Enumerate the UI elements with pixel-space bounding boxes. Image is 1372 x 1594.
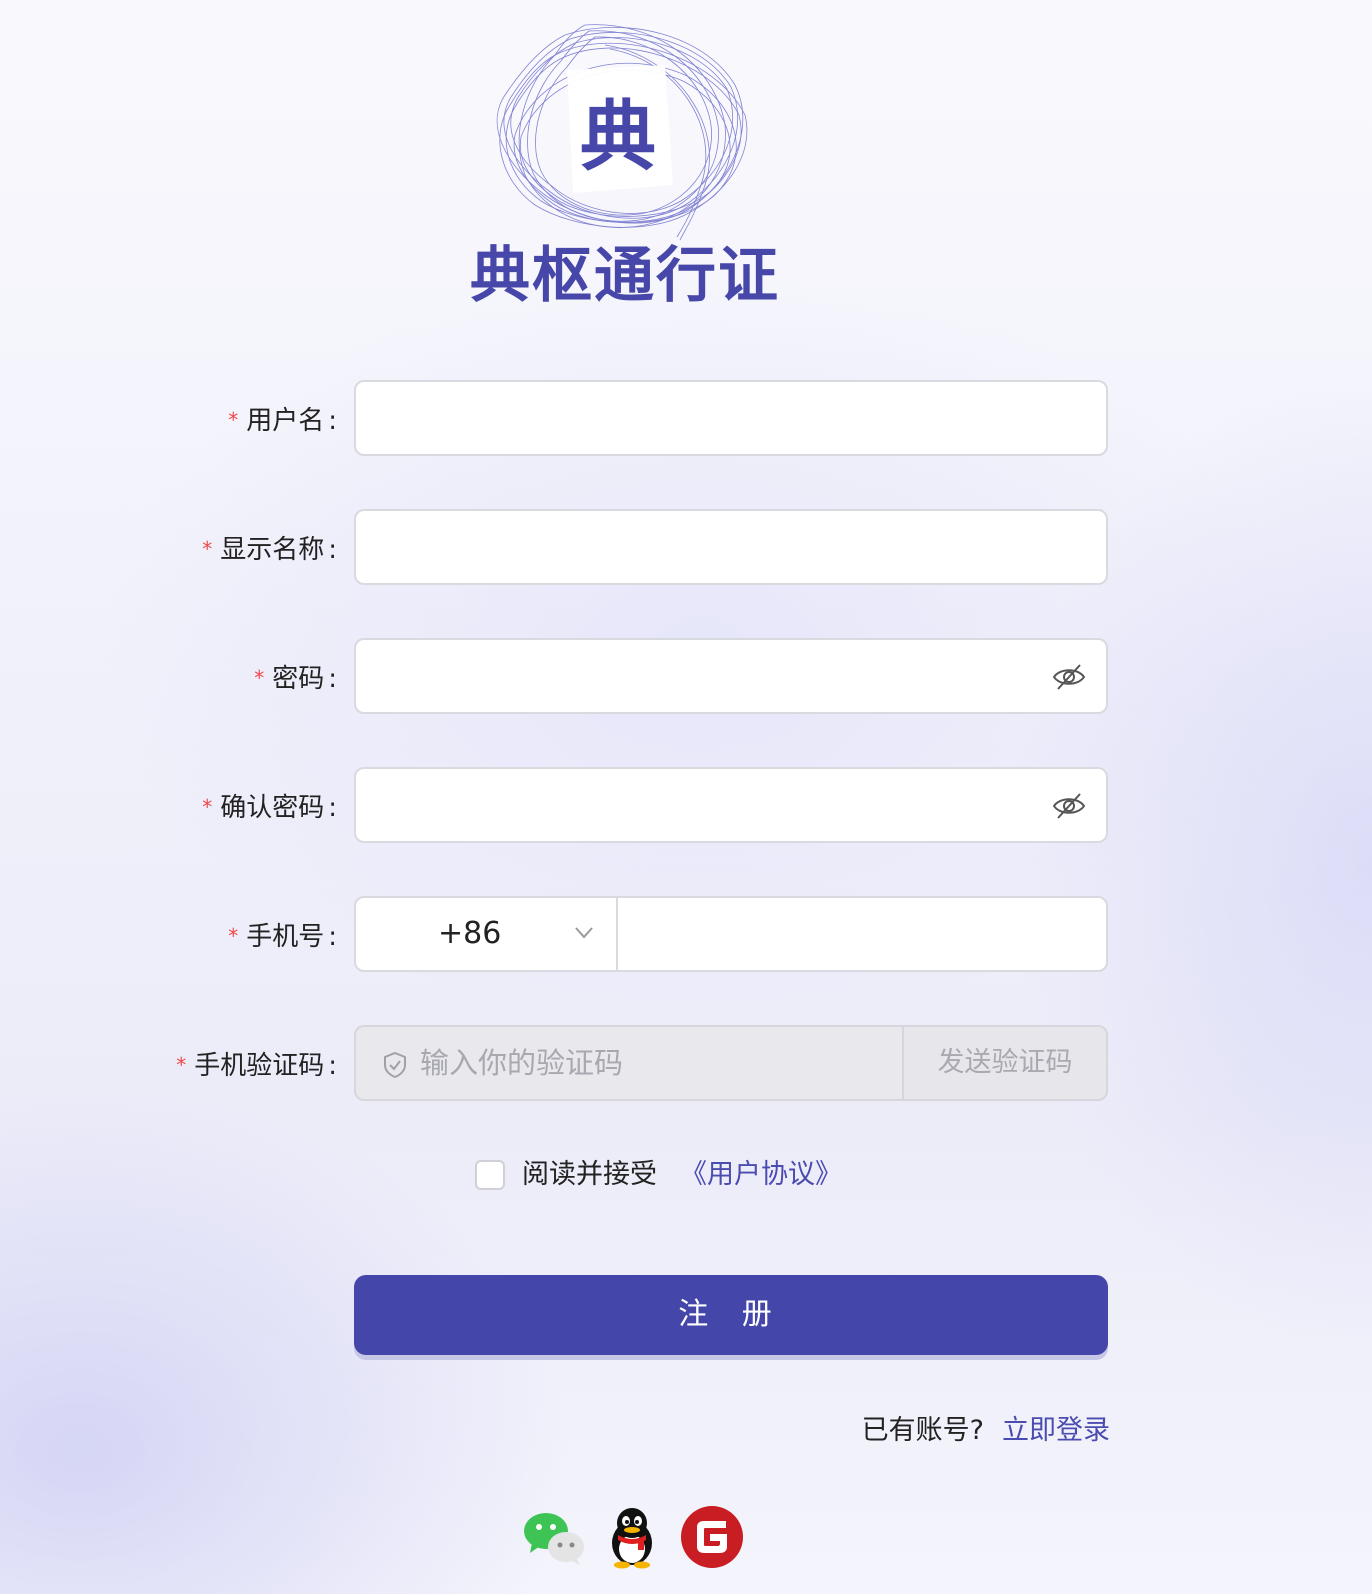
brand-logo: 典 典枢通行证	[455, 15, 795, 311]
agreement-checkbox[interactable]	[475, 1160, 505, 1190]
agreement-text: 阅读并接受	[522, 1159, 657, 1190]
eye-off-icon[interactable]	[1052, 662, 1086, 692]
required-mark: *	[228, 924, 239, 948]
confirm-password-label: * 确认密码:	[202, 793, 337, 823]
username-label: * 用户名:	[228, 406, 337, 436]
username-field[interactable]	[354, 380, 1108, 456]
phone-field: +86	[354, 896, 1108, 972]
user-agreement-link[interactable]: 《用户协议》	[680, 1157, 842, 1193]
qq-icon[interactable]	[600, 1505, 664, 1569]
required-mark: *	[176, 1053, 187, 1077]
password-field[interactable]	[354, 638, 1108, 714]
brand-title: 典枢通行证	[470, 241, 780, 311]
shield-check-icon	[384, 1051, 406, 1079]
username-input[interactable]	[356, 382, 1056, 454]
display-name-field[interactable]	[354, 509, 1108, 585]
confirm-password-field[interactable]	[354, 767, 1108, 843]
register-button[interactable]: 注 册	[354, 1275, 1108, 1355]
required-mark: *	[202, 537, 213, 561]
required-mark: *	[202, 795, 213, 819]
username-row: * 用户名:	[0, 380, 1372, 460]
phone-input[interactable]	[620, 898, 1106, 970]
display-name-input[interactable]	[356, 511, 1056, 583]
wechat-icon[interactable]	[522, 1505, 586, 1569]
gitee-icon[interactable]	[680, 1505, 744, 1569]
logo-glyph: 典	[580, 92, 656, 181]
phone-row: * 手机号: +86	[0, 896, 1372, 976]
password-label: * 密码:	[254, 664, 337, 694]
password-row: * 密码:	[0, 638, 1372, 718]
required-mark: *	[228, 408, 239, 432]
display-name-label: * 显示名称:	[202, 535, 337, 565]
password-input[interactable]	[356, 640, 1056, 712]
chevron-down-icon	[575, 927, 593, 939]
sms-code-input[interactable]: 输入你的验证码	[420, 1027, 623, 1099]
confirm-password-row: * 确认密码:	[0, 767, 1372, 847]
send-code-button[interactable]: 发送验证码	[902, 1027, 1106, 1099]
sms-code-row: * 手机验证码: 输入你的验证码 发送验证码	[0, 1025, 1372, 1105]
confirm-password-input[interactable]	[356, 769, 1056, 841]
required-mark: *	[254, 666, 265, 690]
sms-code-field[interactable]: 输入你的验证码 发送验证码	[354, 1025, 1108, 1101]
login-question: 已有账号?	[861, 1415, 984, 1446]
sms-code-label: * 手机验证码:	[176, 1051, 337, 1081]
country-code-select[interactable]: +86	[356, 898, 618, 970]
eye-off-icon[interactable]	[1052, 791, 1086, 821]
login-link[interactable]: 立即登录	[1002, 1415, 1110, 1446]
display-name-row: * 显示名称:	[0, 509, 1372, 589]
country-code-value: +86	[438, 916, 502, 951]
login-prompt: 已有账号? 立即登录	[862, 1408, 1110, 1448]
phone-label: * 手机号:	[228, 922, 337, 952]
